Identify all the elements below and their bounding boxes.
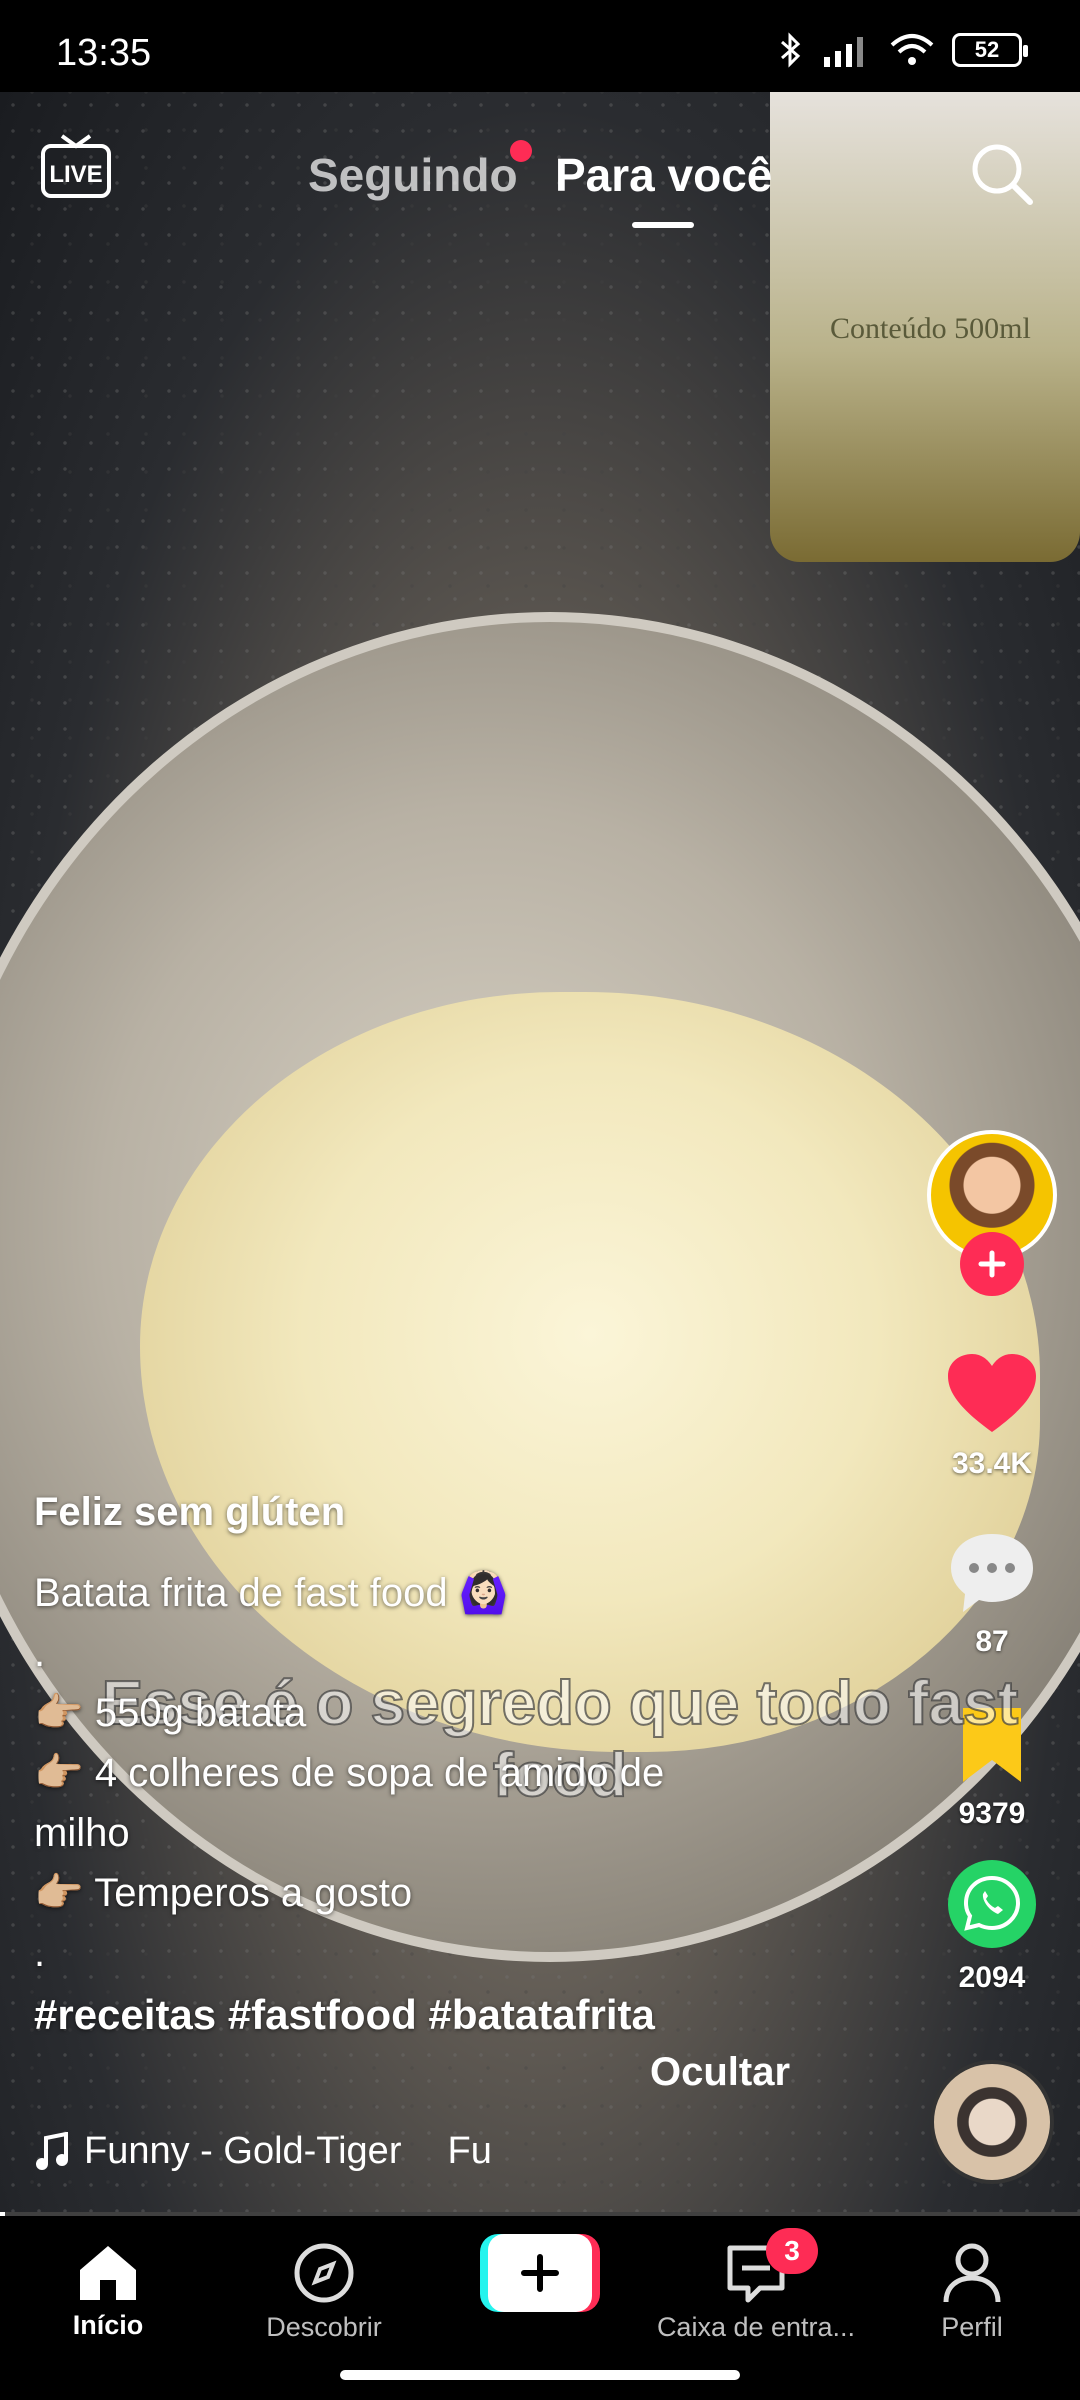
profile-icon (943, 2243, 1001, 2303)
plus-icon (978, 1250, 1006, 1278)
heart-icon (948, 1354, 1036, 1432)
status-bar: 13:35 52 (0, 0, 1080, 92)
ingredient-1: 👉🏼 550g batata (34, 1691, 307, 1735)
svg-text:LIVE: LIVE (49, 161, 102, 188)
nav-inbox[interactable]: Caixa de entra... (648, 2242, 864, 2343)
search-icon[interactable] (968, 140, 1034, 206)
tab-for-you[interactable]: Para você (555, 148, 772, 202)
author-name[interactable]: Feliz sem glúten (34, 1490, 814, 1535)
caption-title: Batata frita de fast food 🙆🏻‍♀️ (34, 1571, 509, 1615)
like-button[interactable]: 33.4K (930, 1352, 1054, 1481)
comment-count: 87 (975, 1625, 1009, 1658)
caption-dot: . (34, 1931, 46, 1975)
whatsapp-icon (948, 1860, 1036, 1948)
create-button[interactable] (480, 2234, 600, 2312)
live-icon[interactable]: LIVE (40, 134, 112, 200)
follow-button[interactable] (960, 1232, 1024, 1296)
status-time: 13:35 (56, 32, 152, 74)
nav-discover-label: Descobrir (266, 2312, 382, 2342)
like-count: 33.4K (951, 1447, 1033, 1480)
nav-home-label: Início (72, 2310, 144, 2340)
music-track-scroll: Fu (447, 2130, 492, 2172)
caption-dot: . (34, 1631, 46, 1675)
status-icons: 52 (778, 30, 1028, 70)
ingredient-2: 👉🏼 4 colheres de sopa de amido de (34, 1751, 665, 1795)
plus-icon (521, 2254, 559, 2292)
music-note-icon (36, 2131, 68, 2170)
compass-icon (294, 2243, 354, 2303)
music-track: Funny - Gold-Tiger (84, 2130, 402, 2172)
home-icon (80, 2246, 136, 2300)
nav-discover[interactable]: Descobrir (216, 2242, 432, 2343)
share-count: 2094 (958, 1961, 1026, 1994)
tab-following[interactable]: Seguindo (308, 148, 518, 202)
bottle-label: Conteúdo 500ml (830, 312, 1031, 345)
ingredient-3: 👉🏼 Temperos a gosto (34, 1871, 413, 1915)
nav-home[interactable]: Início (0, 2242, 216, 2341)
hide-caption-link[interactable]: Ocultar (650, 2050, 790, 2095)
video-caption: Feliz sem glúten Batata frita de fast fo… (34, 1490, 814, 2047)
comment-button[interactable]: 87 (930, 1530, 1054, 1659)
nav-profile[interactable]: Perfil (864, 2242, 1080, 2343)
battery-level: 52 (974, 37, 1000, 62)
signal-icon (824, 37, 863, 67)
active-tab-indicator (632, 222, 694, 228)
notification-dot (510, 140, 532, 162)
bluetooth-icon (781, 32, 801, 68)
music-disc[interactable] (930, 2060, 1054, 2184)
home-indicator[interactable] (340, 2370, 740, 2380)
nav-inbox-label: Caixa de entra... (656, 2312, 856, 2342)
share-button[interactable]: 2094 (930, 1858, 1054, 1995)
inbox-badge: 3 (766, 2228, 818, 2274)
nav-profile-label: Perfil (941, 2312, 1003, 2342)
hashtags[interactable]: #receitas #fastfood #batatafrita (34, 1983, 814, 2047)
top-nav: LIVE Seguindo Para você (0, 92, 1080, 252)
music-info[interactable]: Funny - Gold-Tiger Fu (34, 2130, 492, 2173)
battery-indicator: 52 (952, 33, 1028, 67)
wifi-icon (890, 34, 934, 65)
ingredient-2-cont: milho (34, 1811, 130, 1855)
comment-icon (951, 1534, 1033, 1612)
